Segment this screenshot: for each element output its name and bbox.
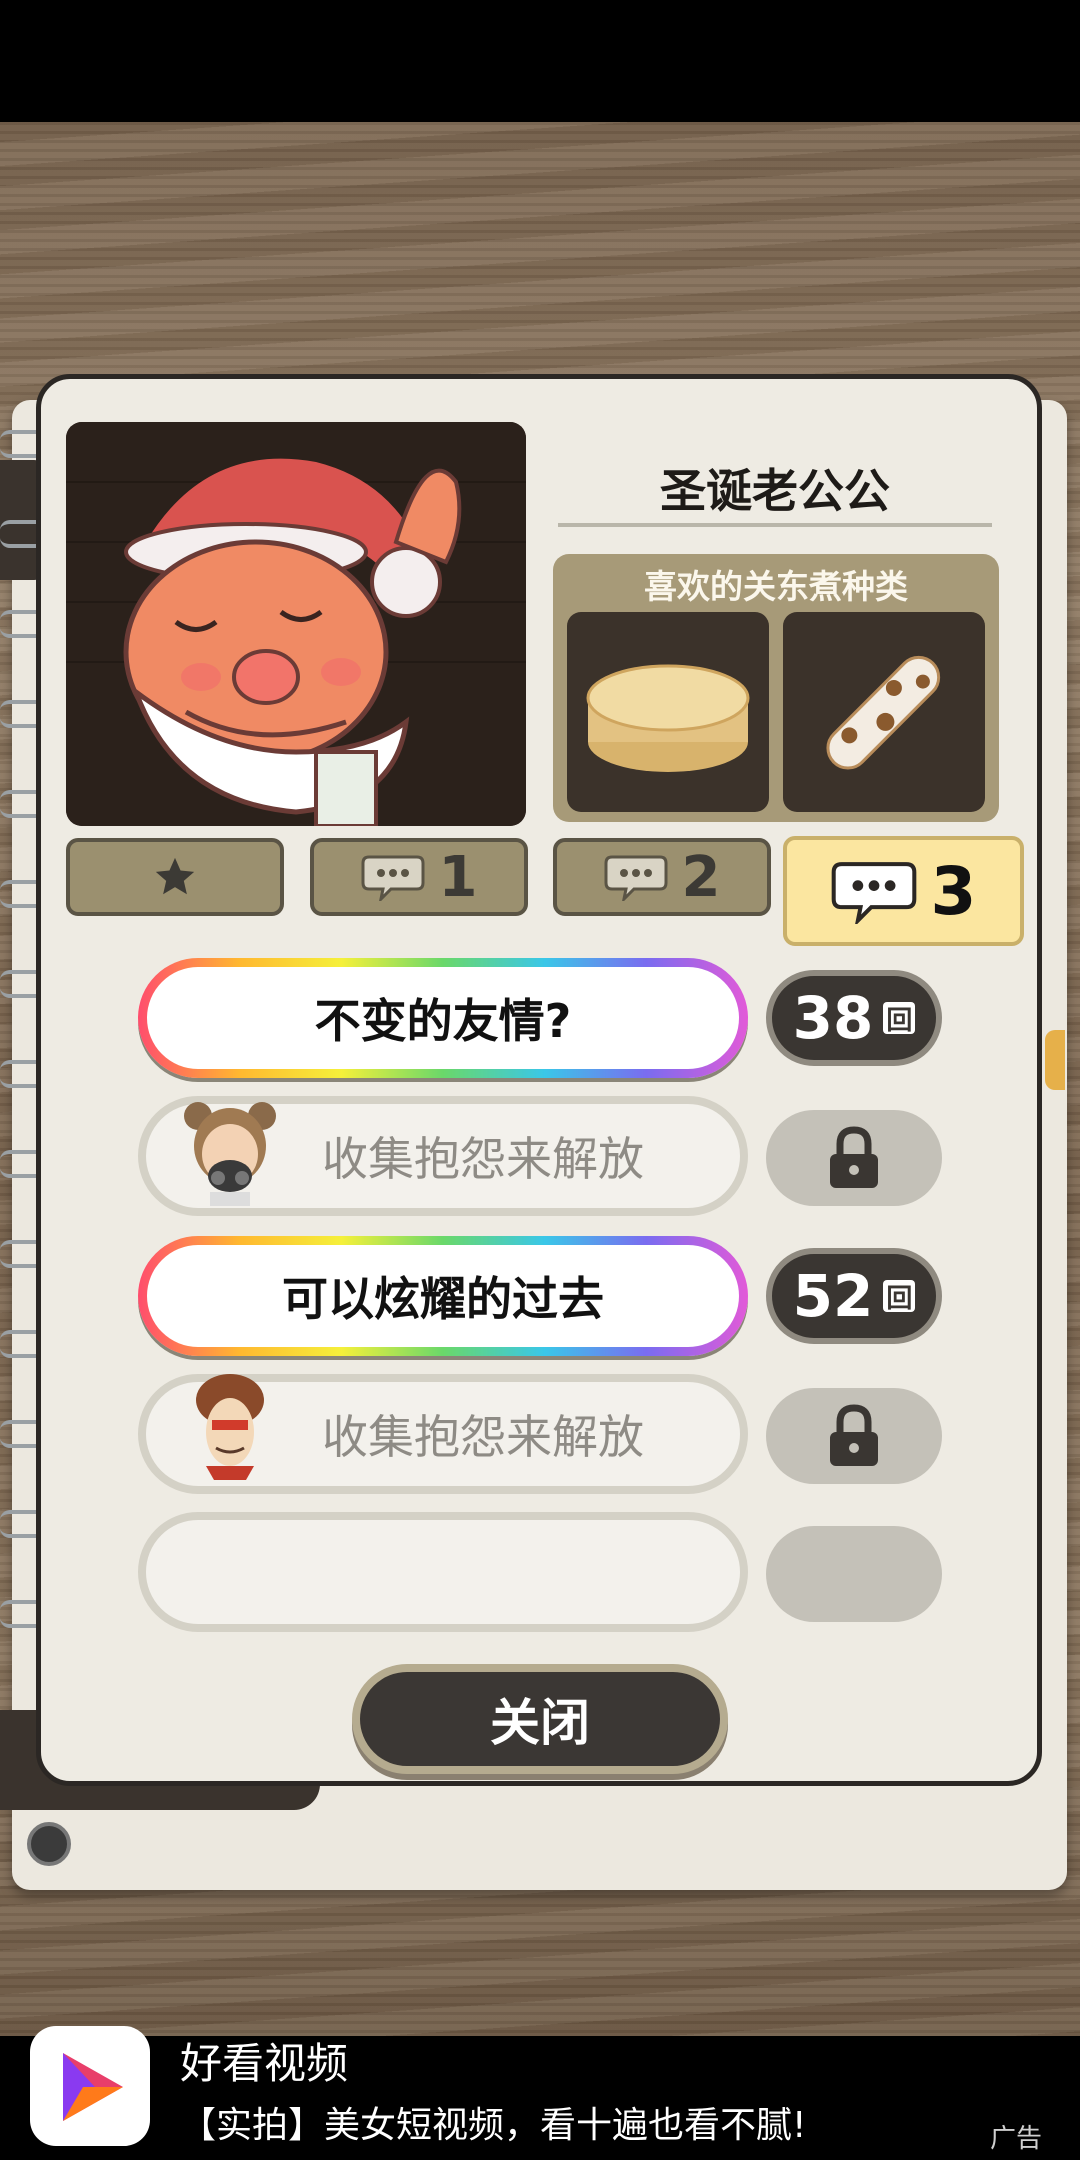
story-title: 可以炫耀的过去 (147, 1245, 739, 1347)
customer-avatar-afro (180, 1370, 280, 1480)
customer-avatar-gasmask (180, 1096, 280, 1206)
tab-story-1[interactable]: 1 (310, 838, 528, 916)
daikon-icon (586, 664, 750, 772)
story-count-badge: 38 回 (766, 970, 942, 1066)
story-count-badge: 52 回 (766, 1248, 942, 1344)
character-portrait (66, 422, 526, 826)
girl-gasmask-icon (184, 1102, 276, 1206)
tab-story-2[interactable]: 2 (553, 838, 771, 916)
padlock-icon (830, 1404, 878, 1466)
star-icon (155, 857, 195, 895)
locked-hint: 收集抱怨来解放 (322, 1132, 644, 1186)
speech-bubble-icon (361, 855, 425, 901)
speech-bubble-icon (831, 862, 916, 924)
tab-label: 2 (681, 844, 721, 910)
story-count-unit: 回 (883, 1280, 916, 1314)
favorite-daikon-slot (567, 612, 769, 812)
chikuwa-icon (826, 655, 941, 770)
play-logo-icon (63, 2053, 123, 2121)
story-count: 38 (792, 984, 874, 1052)
tab-favorite[interactable] (66, 838, 284, 916)
ad-title[interactable]: 好看视频 (180, 2030, 348, 2091)
tab-story-3[interactable]: 3 (783, 836, 1024, 946)
ad-label: 广告 (990, 2124, 1043, 2154)
story-empty-badge (766, 1526, 942, 1622)
story-title: 不变的友情? (147, 967, 739, 1069)
locked-hint: 收集抱怨来解放 (322, 1410, 644, 1464)
santa-portrait-icon (66, 422, 526, 826)
story-row-5-empty (138, 1512, 748, 1632)
story-row-3[interactable]: 可以炫耀的过去 (138, 1236, 748, 1356)
story-lock-badge (766, 1110, 942, 1206)
status-bar (0, 0, 1080, 122)
favorite-chikuwa-slot (783, 612, 985, 812)
character-name: 圣诞老公公 (660, 464, 890, 518)
name-underline (558, 523, 992, 527)
favorite-oden-title: 喜欢的关东煮种类 (644, 567, 908, 606)
afro-man-icon (196, 1374, 264, 1480)
ad-app-logo[interactable] (30, 2026, 150, 2146)
ad-description[interactable]: 【实拍】美女短视频，看十遍也看不腻! (180, 2096, 806, 2148)
speech-bubble-icon (604, 855, 668, 901)
story-lock-badge (766, 1388, 942, 1484)
story-count-unit: 回 (883, 1002, 916, 1036)
binder-button (27, 1822, 71, 1866)
notebook-side-tab (1045, 1030, 1065, 1090)
close-button[interactable]: 关闭 (352, 1664, 728, 1774)
padlock-icon (830, 1126, 878, 1188)
tab-label: 1 (438, 844, 478, 910)
story-count: 52 (792, 1262, 874, 1330)
story-row-1[interactable]: 不变的友情? (138, 958, 748, 1078)
tab-label: 3 (930, 852, 977, 930)
